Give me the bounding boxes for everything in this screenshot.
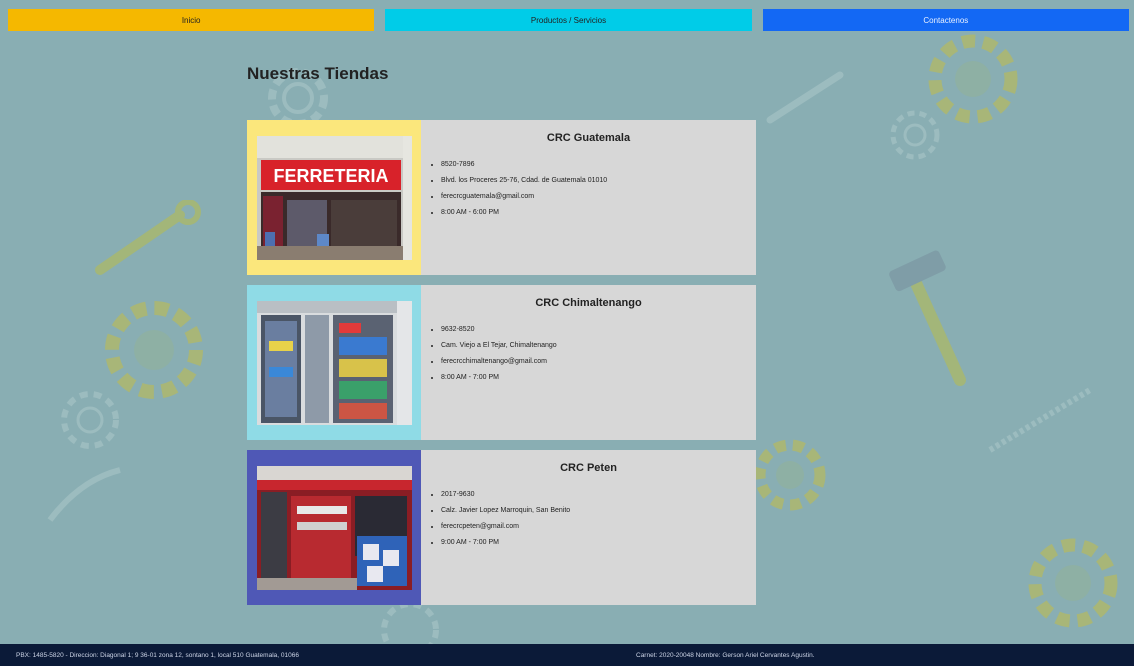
store-details-list: 8520-7896 Blvd. los Proceres 25-76, Cdad… bbox=[421, 157, 756, 221]
store-email: ferecrcchimaltenango@gmail.com bbox=[441, 354, 756, 370]
wrench-icon bbox=[95, 200, 201, 275]
store-phone: 9632-8520 bbox=[441, 322, 756, 338]
store-sign-text: FERRETERIA bbox=[273, 166, 388, 186]
nav-contactenos[interactable]: Contactenos bbox=[762, 9, 1129, 31]
store-details-list: 2017-9630 Calz. Javier Lopez Marroquin, … bbox=[421, 487, 756, 551]
hammer-icon bbox=[889, 250, 966, 386]
footer: PBX: 1485-5820 - Direccion: Diagonal 1; … bbox=[0, 644, 1134, 666]
store-name: CRC Chimaltenango bbox=[535, 297, 642, 309]
store-phone: 2017-9630 bbox=[441, 487, 756, 503]
store-info: CRC Guatemala 8520-7896 Blvd. los Procer… bbox=[421, 120, 756, 275]
store-card: CRC Peten 2017-9630 Calz. Javier Lopez M… bbox=[247, 450, 756, 605]
store-hours: 9:00 AM - 7:00 PM bbox=[441, 535, 756, 551]
store-name: CRC Guatemala bbox=[546, 132, 631, 144]
store-hours: 8:00 AM - 6:00 PM bbox=[441, 205, 756, 221]
store-photo: FERRETERIA bbox=[256, 135, 412, 260]
store-card: FERRETERIA CRC Guatemala 8520-7896 Blvd.… bbox=[247, 120, 756, 275]
page-title: Nuestras Tiendas bbox=[247, 64, 389, 83]
gear-icon bbox=[1028, 538, 1118, 628]
store-photo-frame bbox=[247, 450, 421, 605]
store-name: CRC Peten bbox=[560, 462, 617, 474]
nav-productos-servicios[interactable]: Productos / Servicios bbox=[385, 9, 752, 31]
saw-icon bbox=[988, 387, 1092, 453]
store-info: CRC Chimaltenango 9632-8520 Cam. Viejo a… bbox=[421, 285, 756, 440]
gear-icon bbox=[754, 439, 826, 511]
gear-icon bbox=[61, 391, 119, 449]
store-details-list: 9632-8520 Cam. Viejo a El Tejar, Chimalt… bbox=[421, 322, 756, 386]
gear-icon bbox=[890, 110, 940, 160]
store-photo-frame: FERRETERIA bbox=[247, 120, 421, 275]
store-photo-frame bbox=[247, 285, 421, 440]
store-info: CRC Peten 2017-9630 Calz. Javier Lopez M… bbox=[421, 450, 756, 605]
store-address: Blvd. los Proceres 25-76, Cdad. de Guate… bbox=[441, 173, 756, 189]
store-email: ferecrcguatemala@gmail.com bbox=[441, 189, 756, 205]
store-photo bbox=[256, 300, 412, 425]
top-nav: Inicio Productos / Servicios Contactenos bbox=[8, 9, 1129, 31]
store-address: Calz. Javier Lopez Marroquin, San Benito bbox=[441, 503, 756, 519]
store-card: CRC Chimaltenango 9632-8520 Cam. Viejo a… bbox=[247, 285, 756, 440]
store-address: Cam. Viejo a El Tejar, Chimaltenango bbox=[441, 338, 756, 354]
store-email: ferecrcpeten@gmail.com bbox=[441, 519, 756, 535]
footer-contact-info: PBX: 1485-5820 - Direccion: Diagonal 1; … bbox=[16, 652, 299, 659]
store-hours: 8:00 AM - 7:00 PM bbox=[441, 370, 756, 386]
nav-inicio[interactable]: Inicio bbox=[8, 9, 375, 31]
pliers-icon bbox=[47, 467, 121, 522]
footer-author-info: Carnet: 2020-20048 Nombre: Gerson Ariel … bbox=[636, 652, 815, 659]
store-phone: 8520-7896 bbox=[441, 157, 756, 173]
store-photo bbox=[256, 465, 412, 590]
wrench-icon bbox=[766, 71, 844, 124]
